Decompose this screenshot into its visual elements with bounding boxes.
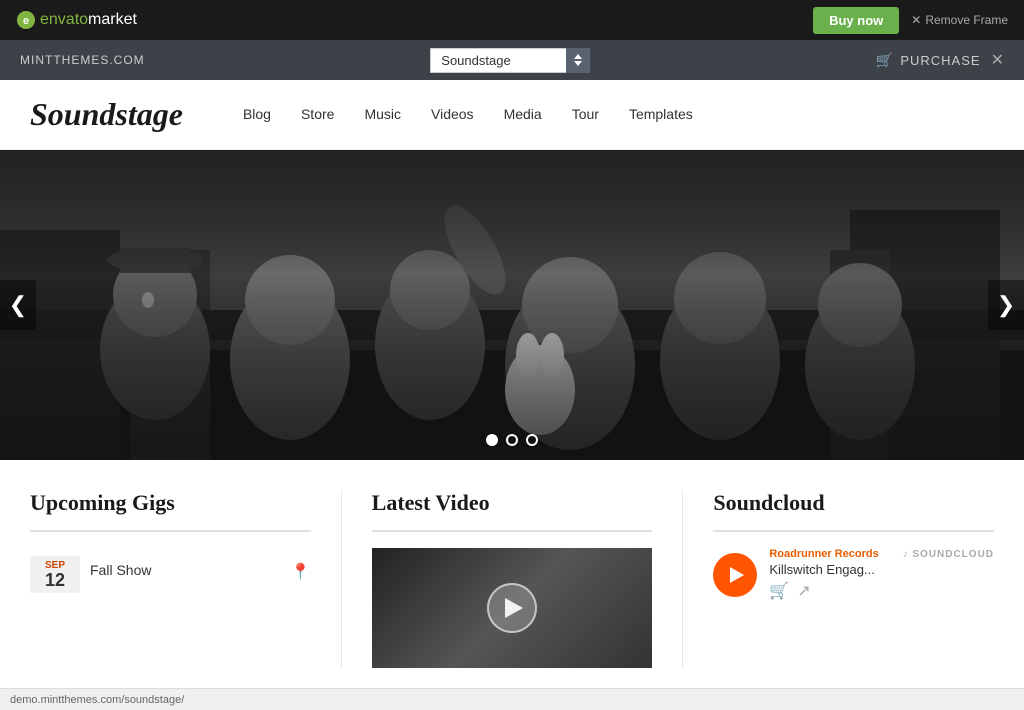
hero-image [0,150,1024,460]
content-section: Upcoming Gigs SEP 12 Fall Show 📍 Latest … [0,460,1024,688]
gig-name: Fall Show [90,556,281,578]
site-nav: Soundstage Blog Store Music Videos Media… [0,80,1024,150]
nav-link-blog[interactable]: Blog [243,106,271,122]
soundcloud-logo: ♪ SOUNDCLOUD [903,549,994,560]
purchase-button[interactable]: 🛒 PURCHASE [876,52,981,69]
slider-dot-1[interactable] [486,434,498,446]
nav-item-videos[interactable]: Videos [431,106,474,124]
soundcloud-cart-icon[interactable]: 🛒 [769,581,789,601]
soundcloud-section: Soundcloud Roadrunner Records ♪ SOUNDCLO… [713,490,994,668]
nav-link-templates[interactable]: Templates [629,106,693,122]
soundcloud-play-button[interactable] [713,553,757,597]
purchase-label: PURCHASE [900,53,980,68]
select-arrows[interactable] [566,48,590,73]
nav-link-tour[interactable]: Tour [572,106,599,122]
video-play-button[interactable] [487,583,537,633]
soundcloud-play-icon [730,567,744,583]
soundcloud-divider [713,530,994,532]
nav-item-media[interactable]: Media [504,106,542,124]
envato-bar: e envatomarket Buy now ✕ Remove Frame [0,0,1024,40]
gig-date: SEP 12 [30,556,80,593]
toolbar-close-icon[interactable]: ✕ [991,50,1004,70]
video-section: Latest Video [372,490,684,668]
envato-icon: e [16,10,36,30]
nav-link-videos[interactable]: Videos [431,106,474,122]
gig-day: 12 [36,571,74,589]
toolbar-select-area [430,48,590,73]
svg-text:e: e [23,15,29,27]
slider-dots [486,434,538,446]
nav-menu: Blog Store Music Videos Media Tour Templ… [243,106,693,124]
remove-frame-icon: ✕ [911,13,921,27]
nav-link-music[interactable]: Music [364,106,401,122]
nav-item-tour[interactable]: Tour [572,106,599,124]
slider-prev-button[interactable]: ❮ [0,280,36,330]
nav-item-blog[interactable]: Blog [243,106,271,124]
select-down-icon [574,61,582,66]
soundcloud-info: Roadrunner Records ♪ SOUNDCLOUD Killswit… [769,548,994,601]
site-logo: Soundstage [30,96,183,133]
slider-dot-2[interactable] [506,434,518,446]
remove-frame-button[interactable]: ✕ Remove Frame [911,13,1008,27]
hero-slider: ❮ ❯ [0,150,1024,460]
nav-item-templates[interactable]: Templates [629,106,693,124]
site-toolbar: MINTTHEMES.COM 🛒 PURCHASE ✕ [0,40,1024,80]
soundcloud-title: Soundcloud [713,490,994,516]
gig-pin-icon: 📍 [291,556,311,582]
theme-select-wrapper [430,48,590,73]
hero-band-svg [0,150,1024,460]
soundcloud-item: Roadrunner Records ♪ SOUNDCLOUD Killswit… [713,548,994,601]
soundcloud-label-row: Roadrunner Records ♪ SOUNDCLOUD [769,548,994,560]
select-up-icon [574,54,582,59]
play-triangle-icon [505,598,523,618]
soundcloud-actions: 🛒 ↗ [769,581,994,601]
nav-item-music[interactable]: Music [364,106,401,124]
gigs-title: Upcoming Gigs [30,490,311,516]
status-url: demo.mintthemes.com/soundstage/ [10,694,184,706]
soundcloud-note-icon: ♪ [903,549,909,560]
soundcloud-track: Killswitch Engag... [769,562,994,577]
status-bar: demo.mintthemes.com/soundstage/ [0,688,1024,710]
slider-dot-3[interactable] [526,434,538,446]
cart-icon: 🛒 [876,52,894,69]
envato-actions: Buy now ✕ Remove Frame [813,7,1008,34]
buy-now-button[interactable]: Buy now [813,7,899,34]
gig-item: SEP 12 Fall Show 📍 [30,548,311,601]
gigs-divider [30,530,311,532]
soundcloud-label: Roadrunner Records [769,548,878,560]
video-divider [372,530,653,532]
slider-next-button[interactable]: ❯ [988,280,1024,330]
envato-logo: e envatomarket [16,10,137,30]
toolbar-right: 🛒 PURCHASE ✕ [876,50,1004,70]
soundcloud-share-icon[interactable]: ↗ [797,581,810,601]
envato-logo-text: envatomarket [40,11,137,29]
video-thumbnail[interactable] [372,548,653,668]
nav-link-media[interactable]: Media [504,106,542,122]
remove-frame-label: Remove Frame [925,13,1008,27]
gigs-section: Upcoming Gigs SEP 12 Fall Show 📍 [30,490,342,668]
nav-link-store[interactable]: Store [301,106,334,122]
video-title: Latest Video [372,490,653,516]
site-url: MINTTHEMES.COM [20,53,145,67]
nav-item-store[interactable]: Store [301,106,334,124]
